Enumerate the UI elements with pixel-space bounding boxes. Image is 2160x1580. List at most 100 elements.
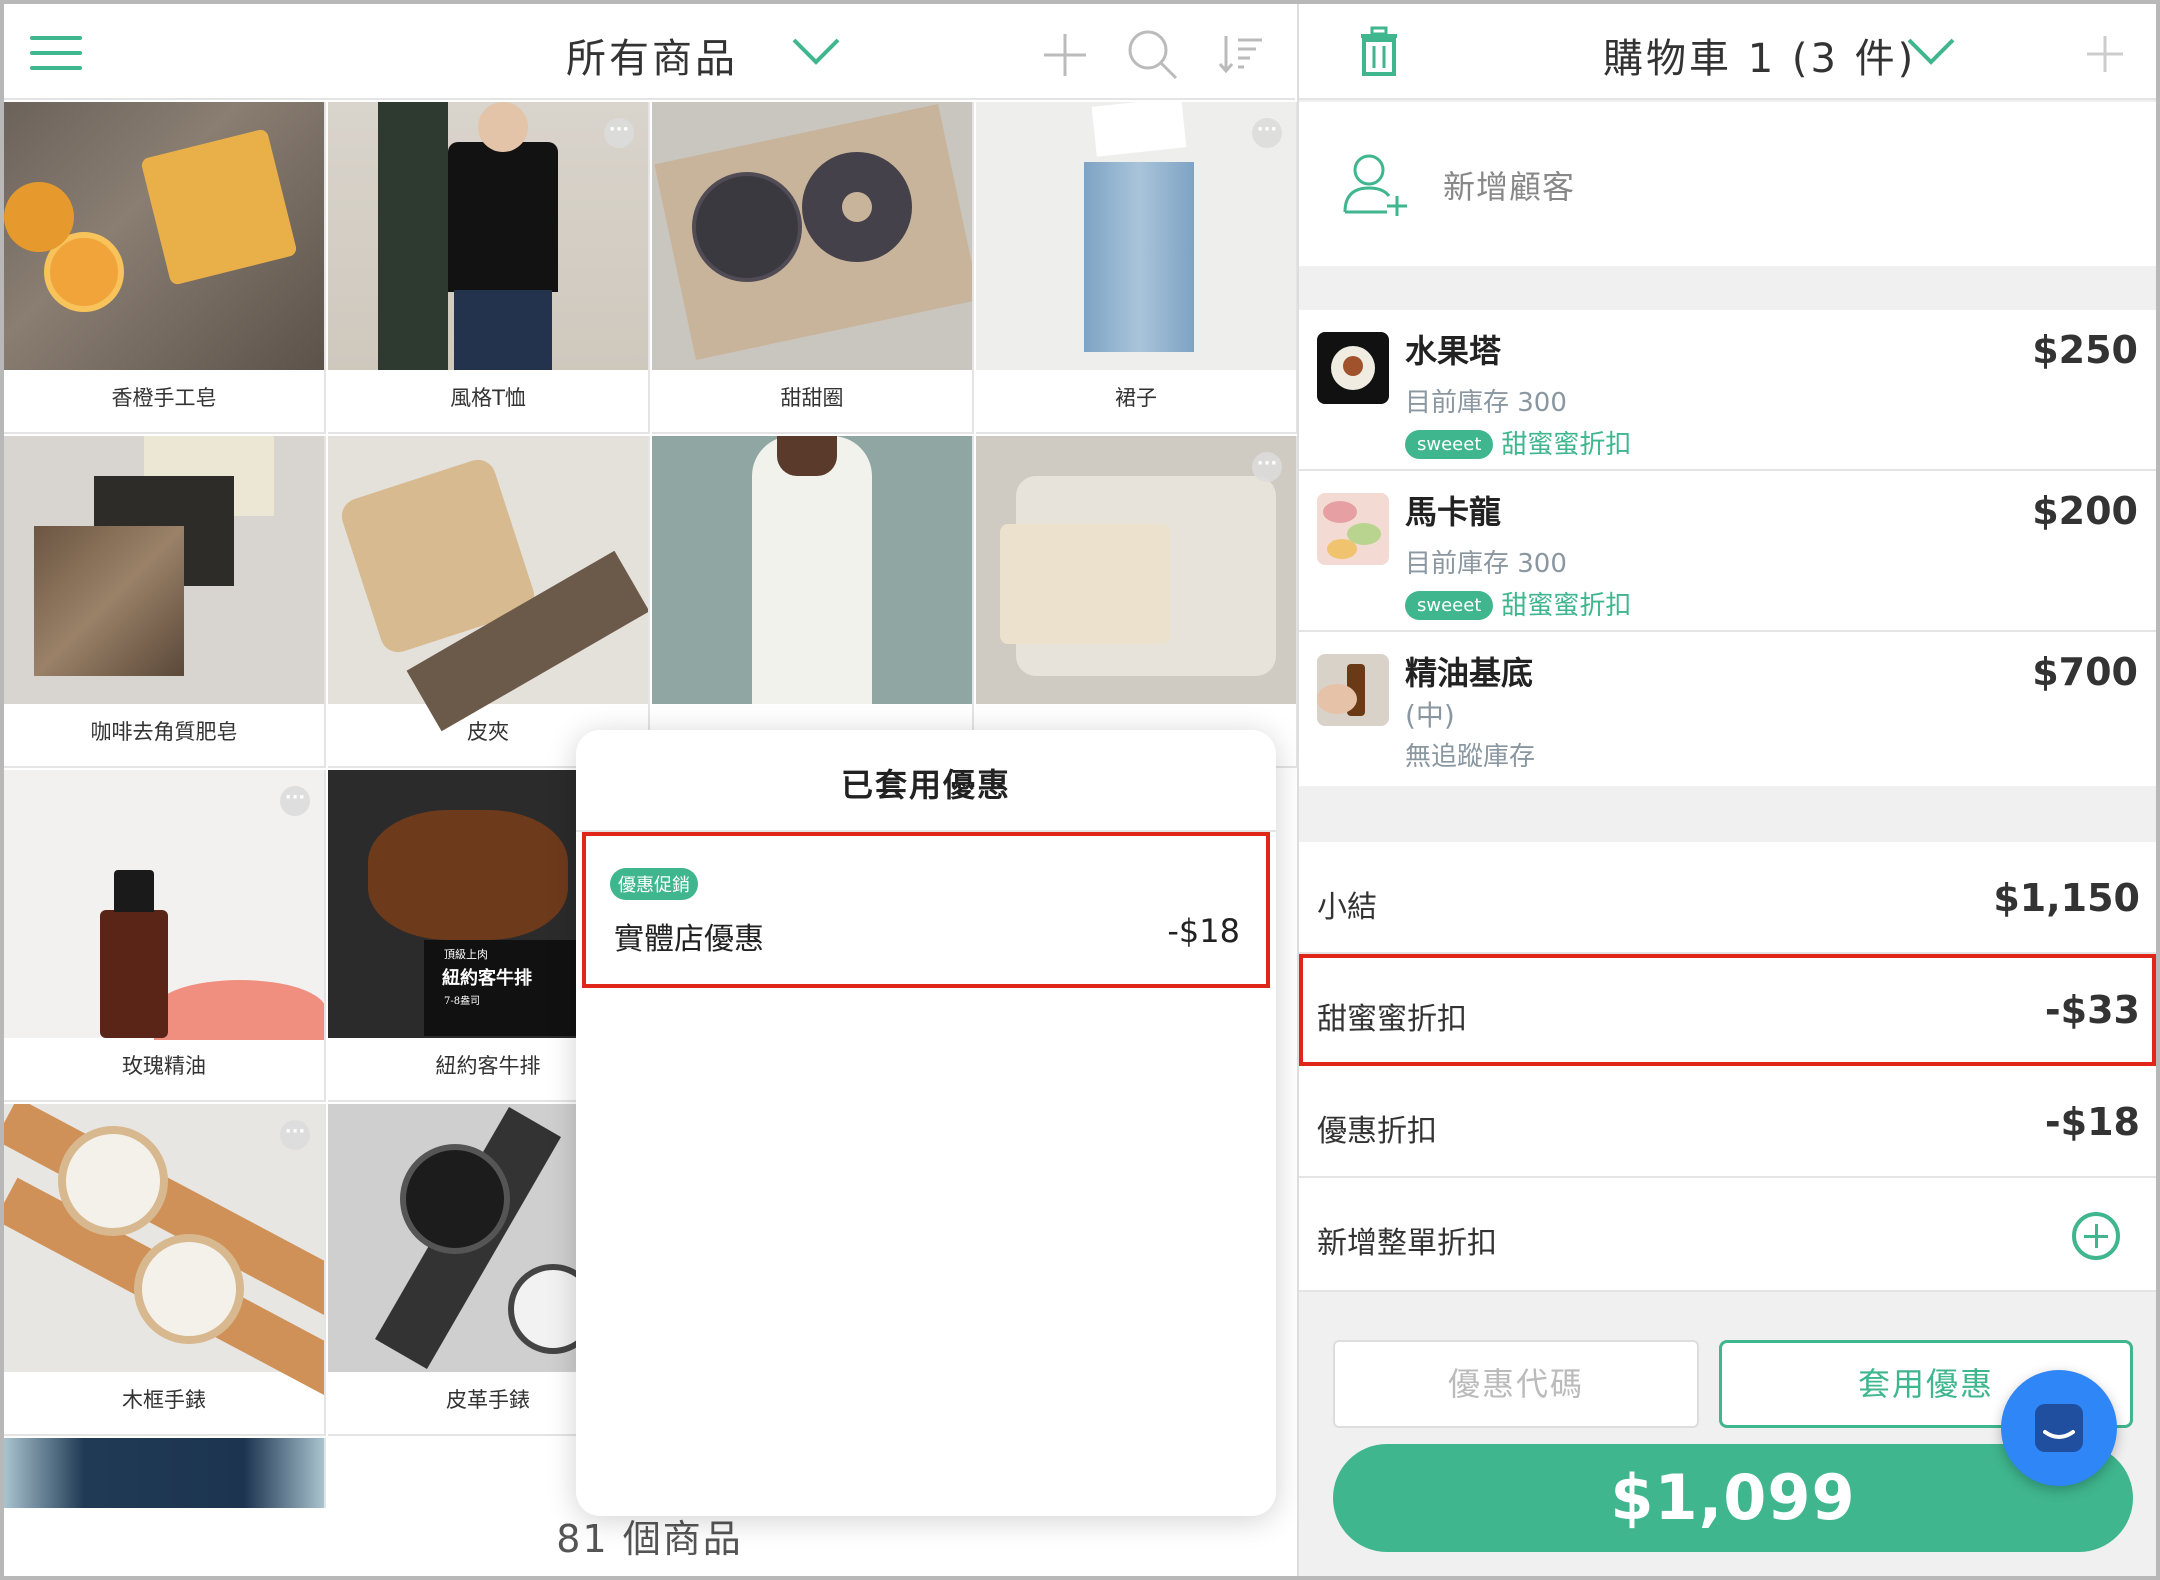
product-tile-tshirt[interactable]: ··· 風格T恤 xyxy=(328,102,650,434)
product-name: 玫瑰精油 xyxy=(122,1054,206,1078)
discount-tag: sweeet xyxy=(1405,591,1494,620)
product-tile-skirt[interactable]: ··· 裙子 xyxy=(976,102,1298,434)
cart-items: 水果塔 $250 目前庫存 300 sweeet 甜蜜蜜折扣 馬卡龍 $200 目… xyxy=(1299,310,2156,786)
add-customer-icon xyxy=(1343,154,1407,216)
app-frame: 所有商品 香橙手工皂 ··· 風格T恤 甜甜圈 ··· 裙子 咖啡去角質肥皂 皮… xyxy=(4,4,2156,1576)
applied-promotion-item[interactable]: 優惠促銷 實體店優惠 -$18 xyxy=(582,832,1270,988)
item-stock: 無追蹤庫存 xyxy=(1405,742,1536,772)
item-price: $700 xyxy=(2032,650,2138,694)
product-image xyxy=(976,102,1296,370)
more-options-icon[interactable]: ··· xyxy=(604,118,634,148)
subtotal-label: 小結 xyxy=(1317,890,1377,925)
add-order-discount-label: 新增整單折扣 xyxy=(1317,1226,1497,1261)
product-tile-soap-bar[interactable]: ··· xyxy=(976,436,1298,768)
item-name: 馬卡龍 xyxy=(1405,493,1502,531)
item-name: 精油基底 xyxy=(1405,654,1534,692)
subtotal-value: $1,150 xyxy=(1993,876,2140,920)
item-price: $200 xyxy=(2032,489,2138,533)
applied-promotions-popover: 已套用優惠 優惠促銷 實體店優惠 -$18 xyxy=(576,730,1276,1516)
item-thumbnail xyxy=(1317,654,1389,726)
cart-item[interactable]: 馬卡龍 $200 目前庫存 300 sweeet 甜蜜蜜折扣 xyxy=(1299,471,2156,632)
product-toolbar: 所有商品 xyxy=(4,4,1295,100)
product-image xyxy=(4,770,324,1040)
promotion-value: -$18 xyxy=(1167,912,1240,950)
product-tile-wallet[interactable]: 皮夾 xyxy=(328,436,650,768)
sweet-discount-row[interactable]: 甜蜜蜜折扣 -$33 xyxy=(1299,954,2156,1066)
trash-icon[interactable] xyxy=(1359,26,1399,76)
product-image xyxy=(4,102,324,370)
steak-overlay-line1: 頂級上肉 xyxy=(444,948,488,961)
item-thumbnail xyxy=(1317,493,1389,565)
product-image xyxy=(4,436,324,704)
product-name: 風格T恤 xyxy=(450,386,526,410)
cart-pane: 購物車 1 (3 件) 新增顧客 水果塔 $250 目前庫存 300 sweee… xyxy=(1297,4,2156,1576)
product-image xyxy=(652,436,972,704)
product-tile-jacket[interactable] xyxy=(4,1438,326,1508)
sweet-discount-label: 甜蜜蜜折扣 xyxy=(1317,1002,1467,1037)
item-discount: sweeet 甜蜜蜜折扣 xyxy=(1405,585,1631,622)
more-options-icon[interactable]: ··· xyxy=(1252,452,1282,482)
product-image xyxy=(328,102,648,370)
item-thumbnail xyxy=(1317,332,1389,404)
add-circle-icon[interactable] xyxy=(2072,1212,2120,1260)
item-variant: (中) xyxy=(1405,699,1455,732)
item-stock: 目前庫存 300 xyxy=(1405,549,1567,579)
add-icon[interactable] xyxy=(1040,30,1090,80)
add-customer-row[interactable]: 新增顧客 xyxy=(1299,102,2156,266)
product-name: 木框手錶 xyxy=(122,1388,206,1412)
product-tile-dress[interactable] xyxy=(652,436,974,768)
sweet-discount-value: -$33 xyxy=(2044,988,2140,1032)
product-tile-donut[interactable]: 甜甜圈 xyxy=(652,102,974,434)
add-cart-icon[interactable] xyxy=(2085,34,2125,74)
chevron-down-icon[interactable] xyxy=(1905,34,1957,70)
sort-icon[interactable] xyxy=(1218,34,1264,74)
product-name: 香橙手工皂 xyxy=(111,386,217,410)
product-image xyxy=(4,1104,324,1399)
product-image xyxy=(4,1438,324,1508)
popover-title: 已套用優惠 xyxy=(840,766,1011,804)
coupon-code-input[interactable]: 優惠代碼 xyxy=(1333,1340,1699,1428)
product-image xyxy=(652,102,972,370)
item-stock: 目前庫存 300 xyxy=(1405,388,1567,418)
product-tile-coffee-soap[interactable]: 咖啡去角質肥皂 xyxy=(4,436,326,768)
product-image xyxy=(328,436,648,732)
search-icon[interactable] xyxy=(1126,28,1180,82)
chevron-down-icon[interactable] xyxy=(790,34,842,70)
more-options-icon[interactable]: ··· xyxy=(280,1120,310,1150)
discount-name: 甜蜜蜜折扣 xyxy=(1501,591,1632,621)
product-tile-rose-oil[interactable]: ··· 玫瑰精油 xyxy=(4,770,326,1102)
product-category-title[interactable]: 所有商品 xyxy=(566,26,738,84)
chat-icon xyxy=(2035,1404,2083,1452)
cart-title[interactable]: 購物車 1 (3 件) xyxy=(1603,26,1916,84)
discount-tag: sweeet xyxy=(1405,430,1494,459)
subtotal-row: 小結 $1,150 xyxy=(1299,842,2156,954)
product-tile-wood-watch[interactable]: ··· 木框手錶 xyxy=(4,1104,326,1436)
cart-summary: 小結 $1,150 甜蜜蜜折扣 -$33 優惠折扣 -$18 新增整單折扣 xyxy=(1299,842,2156,1292)
product-count: 81 個商品 xyxy=(556,1517,743,1561)
item-price: $250 xyxy=(2032,328,2138,372)
cart-item[interactable]: 水果塔 $250 目前庫存 300 sweeet 甜蜜蜜折扣 xyxy=(1299,310,2156,471)
more-options-icon[interactable]: ··· xyxy=(1252,118,1282,148)
chat-support-button[interactable] xyxy=(2001,1370,2117,1486)
more-options-icon[interactable]: ··· xyxy=(280,786,310,816)
discount-name: 甜蜜蜜折扣 xyxy=(1501,430,1632,460)
item-discount: sweeet 甜蜜蜜折扣 xyxy=(1405,424,1631,461)
promotion-tag: 優惠促銷 xyxy=(610,868,698,900)
item-name: 水果塔 xyxy=(1405,332,1502,370)
steak-overlay-line3: 7-8盎司 xyxy=(444,996,481,1007)
cart-toolbar: 購物車 1 (3 件) xyxy=(1299,4,2156,100)
product-image xyxy=(976,436,1296,704)
add-customer-label: 新增顧客 xyxy=(1443,168,1576,206)
promotion-name: 實體店優惠 xyxy=(614,922,764,957)
steak-overlay-line2: 紐約客牛排 xyxy=(442,968,532,989)
hamburger-icon[interactable] xyxy=(30,36,82,70)
promo-discount-value: -$18 xyxy=(2044,1100,2140,1144)
promo-discount-label: 優惠折扣 xyxy=(1317,1114,1437,1149)
promo-discount-row[interactable]: 優惠折扣 -$18 xyxy=(1299,1066,2156,1178)
add-order-discount-row[interactable]: 新增整單折扣 xyxy=(1299,1178,2156,1292)
product-name: 裙子 xyxy=(1115,386,1157,410)
product-name: 甜甜圈 xyxy=(780,386,844,410)
product-tile-orange-soap[interactable]: 香橙手工皂 xyxy=(4,102,326,434)
cart-item[interactable]: 精油基底 $700 (中) 無追蹤庫存 xyxy=(1299,632,2156,786)
product-name: 咖啡去角質肥皂 xyxy=(90,720,238,744)
